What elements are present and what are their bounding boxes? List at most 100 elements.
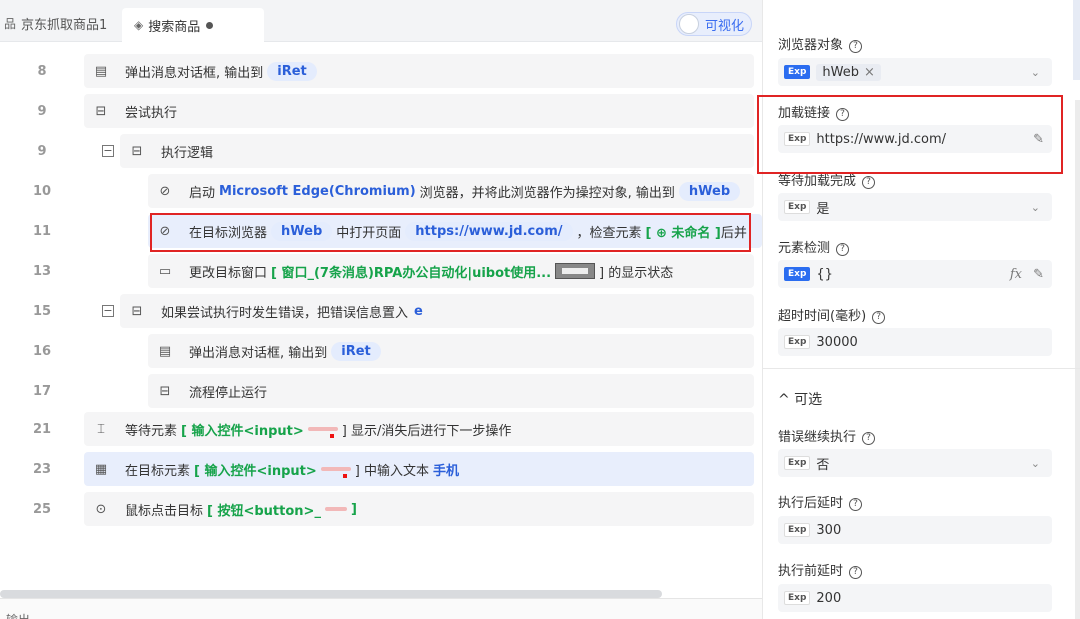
variable-tag[interactable]: iRet: [331, 341, 381, 361]
element-check-field[interactable]: Exp {} fx ✎: [778, 260, 1052, 288]
tab-jd-crawl[interactable]: 品 京东抓取商品1: [4, 8, 107, 38]
step-box[interactable]: ▤ 弹出消息对话框, 输出到 iRet: [84, 54, 754, 88]
variable-ref: e: [414, 303, 423, 319]
optional-section-toggle[interactable]: ^ 可选: [778, 389, 822, 409]
window-ref[interactable]: [ 窗口_(7条消息)RPA办公自动化|uibot使用...: [271, 262, 551, 281]
label-text: 错误继续执行: [778, 430, 857, 445]
visual-toggle[interactable]: 可视化: [676, 12, 752, 36]
step-box[interactable]: ⊟ 如果尝试执行时发生错误，把错误信息置入 e: [120, 294, 754, 328]
collapse-toggle-icon[interactable]: −: [102, 305, 114, 317]
flow-row-13[interactable]: 13 ▭ 更改目标窗口 [ 窗口_(7条消息)RPA办公自动化|uibot使用.…: [0, 254, 762, 288]
exp-badge[interactable]: Exp: [784, 456, 811, 470]
timeout-label: 超时时间(毫秒)?: [778, 305, 886, 324]
step-box[interactable]: ▤ 弹出消息对话框, 输出到 iRet: [148, 334, 754, 368]
help-icon[interactable]: ?: [849, 498, 863, 511]
element-ref-end: ]: [350, 501, 357, 517]
step-box[interactable]: ▭ 更改目标窗口 [ 窗口_(7条消息)RPA办公自动化|uibot使用... …: [148, 254, 754, 288]
step-text: 执行逻辑: [161, 145, 214, 161]
element-ref[interactable]: [ 输入控件<input>: [194, 460, 317, 479]
element-ref[interactable]: [ 按钮<button>_: [207, 500, 321, 519]
help-icon[interactable]: ?: [849, 566, 863, 579]
edit-icon[interactable]: ✎: [1033, 267, 1044, 282]
step-text: ] 的显示状态: [599, 265, 674, 281]
vertical-scrollbar[interactable]: [1075, 100, 1080, 619]
flow-row-25[interactable]: 25 ⊙ 鼠标点击目标 [ 按钮<button>_ ]: [0, 492, 762, 526]
collapse-toggle-icon[interactable]: −: [102, 145, 114, 157]
browser-label: 浏览器对象?: [778, 34, 863, 53]
help-icon[interactable]: ?: [872, 311, 886, 324]
line-number: 16: [32, 343, 52, 359]
step-box[interactable]: ⊘ 启动 Microsoft Edge(Chromium) 浏览器，并将此浏览器…: [148, 174, 754, 208]
variable-tag[interactable]: iRet: [267, 61, 317, 81]
wait-value: 是: [816, 201, 830, 217]
exp-badge[interactable]: Exp: [784, 591, 811, 605]
close-icon[interactable]: ×: [864, 65, 875, 80]
flow-row-8[interactable]: 8 ▤ 弹出消息对话框, 输出到 iRet: [0, 54, 762, 88]
variable-tag[interactable]: hWeb: [678, 181, 741, 201]
timeout-field[interactable]: Exp 30000: [778, 328, 1052, 356]
compass-icon: ⊘: [159, 183, 171, 199]
before-delay-field[interactable]: Exp 200: [778, 584, 1052, 612]
flow-row-9-logic[interactable]: 9 − ⊟ 执行逻辑: [0, 134, 762, 168]
properties-panel: 浏览器对象? Exp hWeb × ⌄ 加载链接? Exp https://www…: [757, 0, 1080, 619]
element-check-value: {}: [816, 266, 833, 282]
panel-edge: [1073, 0, 1080, 80]
step-text: 弹出消息对话框, 输出到: [125, 65, 264, 81]
element-thumbnail: [324, 507, 347, 511]
continue-label: 错误继续执行?: [778, 426, 876, 445]
highlight-row-11: [150, 213, 751, 252]
help-icon[interactable]: ?: [836, 243, 850, 256]
step-box[interactable]: ▦ 在目标元素 [ 输入控件<input> ] 中输入文本 手机: [84, 452, 754, 486]
browser-select[interactable]: Exp hWeb × ⌄: [778, 58, 1052, 86]
step-box[interactable]: ⊟ 流程停止运行: [148, 374, 754, 408]
before-delay-value: 200: [816, 590, 842, 606]
help-icon[interactable]: ?: [849, 40, 863, 53]
exp-badge[interactable]: Exp: [784, 335, 811, 349]
timeout-value: 30000: [816, 334, 858, 350]
tab-bar: 品 京东抓取商品1 ◈ 搜索商品 可视化: [0, 0, 762, 42]
flow-row-9-try[interactable]: 9 ⊟ 尝试执行: [0, 94, 762, 128]
function-icon[interactable]: fx: [1010, 267, 1022, 282]
step-box[interactable]: ⊙ 鼠标点击目标 [ 按钮<button>_ ]: [84, 492, 754, 526]
tab-search-goods[interactable]: ◈ 搜索商品: [122, 8, 264, 42]
line-number: 15: [32, 303, 52, 319]
branch-icon: ⊟: [95, 103, 107, 119]
branch-icon: ⊟: [131, 143, 143, 159]
line-number: 13: [32, 263, 52, 279]
step-box[interactable]: ⌶ 等待元素 [ 输入控件<input> ] 显示/消失后进行下一步操作: [84, 412, 754, 446]
step-text: 如果尝试执行时发生错误，把错误信息置入: [161, 305, 409, 321]
exp-badge[interactable]: Exp: [784, 200, 811, 214]
continue-select[interactable]: Exp 否 ⌄: [778, 449, 1052, 477]
flow-row-16[interactable]: 16 ▤ 弹出消息对话框, 输出到 iRet: [0, 334, 762, 368]
layers-icon: ◈: [134, 18, 144, 32]
element-ref[interactable]: [ 输入控件<input>: [181, 420, 304, 439]
exp-badge[interactable]: Exp: [784, 267, 811, 281]
help-icon[interactable]: ?: [862, 176, 876, 189]
chevron-down-icon: ⌄: [1030, 456, 1040, 470]
horizontal-scrollbar[interactable]: [0, 590, 662, 598]
chevron-down-icon: ⌄: [1030, 200, 1040, 214]
after-delay-field[interactable]: Exp 300: [778, 516, 1052, 544]
output-panel[interactable]: 输出: [0, 598, 762, 619]
label-text: 执行后延时: [778, 496, 844, 511]
step-box[interactable]: ⊟ 执行逻辑: [120, 134, 754, 168]
line-number: 17: [32, 383, 52, 399]
flow-row-17[interactable]: 17 ⊟ 流程停止运行: [0, 374, 762, 408]
step-box[interactable]: ⊟ 尝试执行: [84, 94, 754, 128]
flow-row-15[interactable]: 15 − ⊟ 如果尝试执行时发生错误，把错误信息置入 e: [0, 294, 762, 328]
dialog-icon: ▤: [94, 63, 108, 79]
wait-select[interactable]: Exp 是 ⌄: [778, 193, 1052, 221]
label-text: 元素检测: [778, 241, 831, 256]
browser-chip: hWeb ×: [816, 63, 881, 81]
label-text: 浏览器对象: [778, 38, 844, 53]
help-icon[interactable]: ?: [862, 432, 876, 445]
flow-row-23[interactable]: 23 ▦ 在目标元素 [ 输入控件<input> ] 中输入文本 手机: [0, 452, 762, 486]
exp-badge[interactable]: Exp: [784, 65, 811, 79]
exp-badge[interactable]: Exp: [784, 523, 811, 537]
element-thumbnail: [307, 427, 338, 438]
line-number: 23: [32, 461, 52, 477]
flow-row-10[interactable]: 10 ⊘ 启动 Microsoft Edge(Chromium) 浏览器，并将此…: [0, 174, 762, 208]
tab-label: 京东抓取商品1: [21, 17, 108, 33]
flow-row-21[interactable]: 21 ⌶ 等待元素 [ 输入控件<input> ] 显示/消失后进行下一步操作: [0, 412, 762, 446]
input-text-value: 手机: [432, 463, 459, 479]
